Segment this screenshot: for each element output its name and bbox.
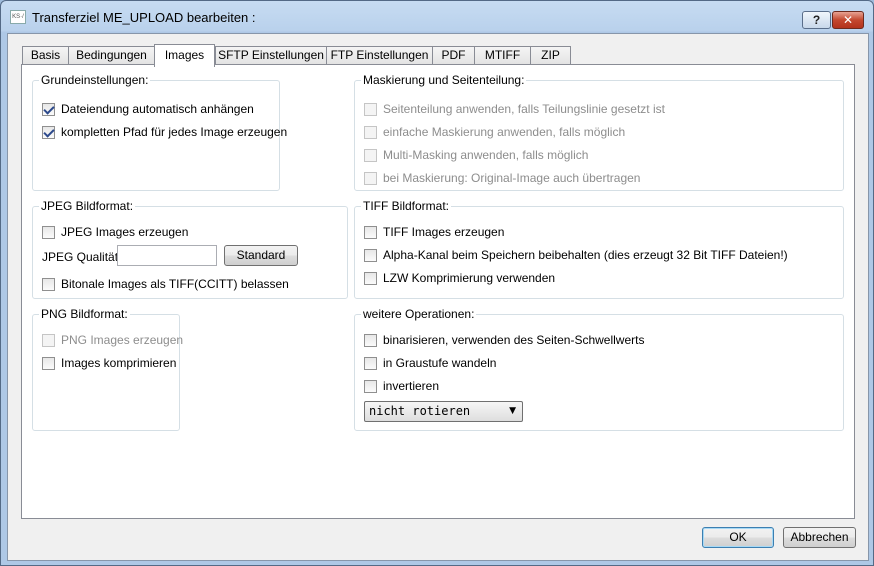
checkbox-png-erzeugen[interactable]: PNG Images erzeugen [42,332,183,348]
group-title: PNG Bildformat: [39,307,130,321]
checkbox-label: Multi-Masking anwenden, falls möglich [383,148,589,162]
checkbox-box[interactable] [42,102,55,116]
rotation-select[interactable]: nicht rotieren ▼ [364,401,523,422]
checkbox-label: in Graustufe wandeln [383,356,497,370]
rotation-select-value: nicht rotieren [369,404,471,418]
checkbox-label: invertieren [383,379,440,393]
help-button[interactable]: ? [802,11,831,29]
checkbox-box[interactable] [364,356,377,370]
tab-bedingungen[interactable]: Bedingungen [68,46,155,65]
app-icon: KS·/ [10,10,26,24]
checkbox-label: binarisieren, verwenden des Seiten-Schwe… [383,333,645,347]
checkbox-box[interactable] [364,125,377,139]
checkbox-multi-masking[interactable]: Multi-Masking anwenden, falls möglich [364,147,588,163]
checkbox-binarisieren[interactable]: binarisieren, verwenden des Seiten-Schwe… [364,332,644,348]
tab-basis[interactable]: Basis [22,46,69,65]
checkbox-label: kompletten Pfad für jedes Image erzeugen [61,125,288,139]
group-tiff: TIFF Bildformat: TIFF Images erzeugen Al… [354,199,844,299]
checkbox-label: Bitonale Images als TIFF(CCITT) belassen [61,277,289,291]
group-png: PNG Bildformat: PNG Images erzeugen Imag… [32,307,183,431]
checkbox-label: Images komprimieren [61,356,177,370]
group-grundeinstellungen: Grundeinstellungen: Dateiendung automati… [32,73,287,191]
group-title: weitere Operationen: [361,307,477,321]
checkbox-label: Dateiendung automatisch anhängen [61,102,254,116]
checkbox-box[interactable] [42,333,55,347]
checkbox-label: einfache Maskierung anwenden, falls mögl… [383,125,626,139]
tab-images[interactable]: Images [154,44,215,67]
checkbox-tiff-erzeugen[interactable]: TIFF Images erzeugen [364,224,504,240]
checkbox-box[interactable] [364,379,377,393]
tab-ftp-einstellungen[interactable]: FTP Einstellungen [326,46,433,65]
checkbox-box[interactable] [364,102,377,116]
images-tab-panel: Grundeinstellungen: Dateiendung automati… [21,64,855,519]
tab-pdf[interactable]: PDF [432,46,475,65]
checkbox-label: PNG Images erzeugen [61,333,184,347]
group-title: Maskierung und Seitenteilung: [361,73,527,87]
checkbox-label: bei Maskierung: Original-Image auch über… [383,171,641,185]
checkbox-box[interactable] [364,248,377,262]
checkbox-dateiendung[interactable]: Dateiendung automatisch anhängen [42,101,254,117]
jpeg-quality-label: JPEG Qualität: [42,250,122,264]
cancel-button[interactable]: Abbrechen [783,527,856,548]
group-maskierung: Maskierung und Seitenteilung: Seitenteil… [354,73,844,191]
checkbox-box[interactable] [364,225,377,239]
checkbox-images-komprimieren[interactable]: Images komprimieren [42,355,176,371]
checkbox-box[interactable] [364,171,377,185]
checkbox-label: Alpha-Kanal beim Speichern beibehalten (… [383,248,788,262]
jpeg-quality-input[interactable] [117,245,217,266]
dialog-client: Basis Bedingungen Images SFTP Einstellun… [7,33,869,561]
checkbox-label: Seitenteilung anwenden, falls Teilungsli… [383,102,665,116]
dropdown-arrow-icon: ▼ [509,406,516,416]
group-title: TIFF Bildformat: [361,199,452,213]
group-jpeg: JPEG Bildformat: JPEG Images erzeugen JP… [32,199,348,299]
checkbox-box[interactable] [364,148,377,162]
group-title: Grundeinstellungen: [39,73,151,87]
checkbox-einfache-maskierung[interactable]: einfache Maskierung anwenden, falls mögl… [364,124,625,140]
checkbox-box[interactable] [364,271,377,285]
window-title: Transferziel ME_UPLOAD bearbeiten : [32,10,256,25]
group-title: JPEG Bildformat: [39,199,136,213]
checkbox-label: JPEG Images erzeugen [61,225,189,239]
checkbox-box[interactable] [42,356,55,370]
checkbox-box[interactable] [42,225,55,239]
checkbox-alpha-kanal[interactable]: Alpha-Kanal beim Speichern beibehalten (… [364,247,788,263]
checkbox-box[interactable] [42,277,55,291]
checkbox-invertieren[interactable]: invertieren [364,378,439,394]
tab-zip[interactable]: ZIP [530,46,571,65]
group-weitere-operationen: weitere Operationen: binarisieren, verwe… [354,307,844,431]
checkbox-box[interactable] [42,125,55,139]
checkbox-label: LZW Komprimierung verwenden [383,271,556,285]
checkbox-original-image[interactable]: bei Maskierung: Original-Image auch über… [364,170,640,186]
dialog-window: KS·/ Transferziel ME_UPLOAD bearbeiten :… [0,0,874,566]
close-button[interactable]: ✕ [832,11,864,29]
standard-button[interactable]: Standard [224,245,298,266]
title-bar[interactable]: KS·/ Transferziel ME_UPLOAD bearbeiten :… [1,1,873,33]
ok-button[interactable]: OK [702,527,774,548]
checkbox-lzw[interactable]: LZW Komprimierung verwenden [364,270,555,286]
tab-sftp-einstellungen[interactable]: SFTP Einstellungen [215,46,327,65]
checkbox-kompletter-pfad[interactable]: kompletten Pfad für jedes Image erzeugen [42,124,287,140]
checkbox-box[interactable] [364,333,377,347]
checkbox-jpeg-erzeugen[interactable]: JPEG Images erzeugen [42,224,188,240]
tab-mtiff[interactable]: MTIFF [474,46,531,65]
checkbox-graustufe[interactable]: in Graustufe wandeln [364,355,496,371]
checkbox-seitenteilung[interactable]: Seitenteilung anwenden, falls Teilungsli… [364,101,665,117]
checkbox-label: TIFF Images erzeugen [383,225,505,239]
checkbox-bitonal-tiff[interactable]: Bitonale Images als TIFF(CCITT) belassen [42,276,289,292]
